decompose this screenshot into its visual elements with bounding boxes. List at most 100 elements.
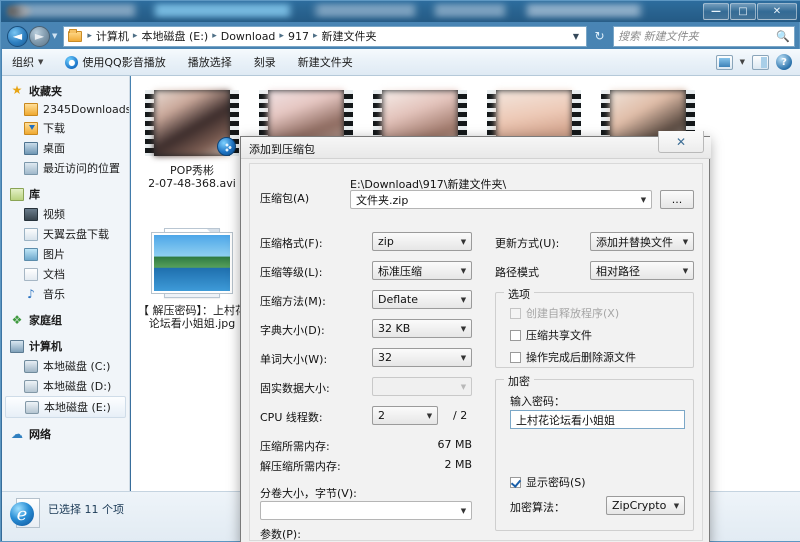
sidebar-item-network[interactable]: ☁ 网络 <box>2 424 129 444</box>
sidebar-label: 本地磁盘 (E:) <box>44 399 111 415</box>
title-bar-text-obscured <box>11 4 651 17</box>
thumbnail <box>144 86 240 160</box>
pictures-icon <box>24 248 38 261</box>
memory-extract-value: 2 MB <box>400 458 472 471</box>
star-icon: ★ <box>10 85 24 98</box>
checkbox-icon <box>510 477 521 488</box>
cpu-threads-combo[interactable]: 2 ▼ <box>372 406 438 425</box>
maximize-button[interactable]: □ <box>730 3 756 20</box>
update-mode-combo[interactable]: 添加并替换文件 ▼ <box>590 232 694 251</box>
qq-play-button[interactable]: ● 使用QQ影音播放 <box>61 52 169 72</box>
search-input[interactable]: 搜索 新建文件夹 🔍 <box>613 26 795 47</box>
drive-icon <box>25 401 39 414</box>
thumbnail <box>144 226 240 300</box>
sidebar-item-downloads[interactable]: 下载 <box>2 118 129 138</box>
sidebar-item-pictures[interactable]: 图片 <box>2 244 129 264</box>
sidebar-label: 收藏夹 <box>29 83 62 99</box>
folder-icon <box>24 103 38 116</box>
chevron-down-icon[interactable]: ▼ <box>740 58 745 66</box>
downloads-icon <box>24 122 38 135</box>
breadcrumb-separator: ▸ <box>277 31 286 41</box>
chevron-down-icon[interactable]: ▼ <box>568 32 584 41</box>
sidebar-label: 网络 <box>29 426 51 442</box>
format-combo[interactable]: zip ▼ <box>372 232 472 251</box>
new-folder-button[interactable]: 新建文件夹 <box>294 52 357 72</box>
breadcrumb-item-newfolder[interactable]: 新建文件夹 <box>319 27 378 45</box>
breadcrumb[interactable]: ▸ 计算机 ▸ 本地磁盘 (E:) ▸ Download ▸ 917 ▸ 新建文… <box>63 26 587 47</box>
archive-name-combo[interactable]: 文件夹.zip ▼ <box>350 190 652 209</box>
list-item[interactable]: POP秀彬2-07-48-368.avi <box>135 80 249 220</box>
organize-button[interactable]: 组织 ▼ <box>8 52 47 72</box>
level-value: 标准压缩 <box>378 263 422 279</box>
dictionary-combo[interactable]: 32 KB ▼ <box>372 319 472 338</box>
minimize-button[interactable]: — <box>703 3 729 20</box>
play-selection-button[interactable]: 播放选择 <box>184 52 236 72</box>
address-bar-row: ◄ ► ▼ ▸ 计算机 ▸ 本地磁盘 (E:) ▸ Download ▸ 917… <box>1 23 800 49</box>
sidebar-item-cloud-download[interactable]: 天翼云盘下载 <box>2 224 129 244</box>
sidebar-item-drive-e[interactable]: 本地磁盘 (E:) <box>5 396 126 418</box>
sidebar-label: 桌面 <box>43 140 65 156</box>
solid-size-combo: ▼ <box>372 377 472 396</box>
sidebar-item-music[interactable]: ♪ 音乐 <box>2 284 129 304</box>
dialog-close-button[interactable]: ✕ <box>658 131 704 153</box>
toolbar-right-group: ▼ ? <box>716 54 794 70</box>
desktop-icon <box>24 142 38 155</box>
sidebar-item-desktop[interactable]: 桌面 <box>2 138 129 158</box>
breadcrumb-item-drive[interactable]: 本地磁盘 (E:) <box>139 27 210 45</box>
homegroup-icon: ❖ <box>10 314 24 327</box>
back-arrow-icon[interactable]: ◄ <box>7 26 28 47</box>
sidebar-item-recent-places[interactable]: 最近访问的位置 <box>2 158 129 178</box>
browse-button[interactable]: ... <box>660 190 694 209</box>
chevron-down-icon: ▼ <box>456 238 471 246</box>
solid-size-label: 固实数据大小: <box>260 380 330 396</box>
breadcrumb-item-computer[interactable]: 计算机 <box>94 27 131 45</box>
algorithm-value: ZipCrypto <box>612 499 666 512</box>
method-combo[interactable]: Deflate ▼ <box>372 290 472 309</box>
sidebar-item-favorites[interactable]: ★ 收藏夹 <box>2 81 129 101</box>
options-group: 选项 创建自释放程序(X) 压缩共享文件 操作完成后删除源文件 <box>495 292 694 368</box>
dialog-title: 添加到压缩包 <box>249 141 315 157</box>
breadcrumb-item-917[interactable]: 917 <box>286 29 311 44</box>
close-button[interactable]: ✕ <box>757 3 797 20</box>
sidebar-item-documents[interactable]: 文档 <box>2 264 129 284</box>
view-icon[interactable] <box>716 55 733 70</box>
chevron-down-icon: ▼ <box>422 412 437 420</box>
chevron-down-icon: ▼ <box>456 354 471 362</box>
split-size-combo[interactable]: ▼ <box>260 501 472 520</box>
path-mode-combo[interactable]: 相对路径 ▼ <box>590 261 694 280</box>
chevron-down-icon[interactable]: ▼ <box>636 196 651 204</box>
compress-shared-checkbox[interactable]: 压缩共享文件 <box>510 327 592 343</box>
sidebar-item-libraries[interactable]: 库 <box>2 184 129 204</box>
memory-compress-value: 67 MB <box>400 438 472 451</box>
video-icon <box>24 208 38 221</box>
password-input[interactable]: 上村花论坛看小姐姐 <box>510 410 685 429</box>
sidebar-item-2345downloads[interactable]: 2345Downloads <box>2 101 129 118</box>
word-size-combo[interactable]: 32 ▼ <box>372 348 472 367</box>
sidebar-item-computer[interactable]: 计算机 <box>2 336 129 356</box>
level-combo[interactable]: 标准压缩 ▼ <box>372 261 472 280</box>
show-password-checkbox[interactable]: 显示密码(S) <box>510 474 586 490</box>
list-item[interactable]: 【 解压密码】：上村花论坛看小姐姐.jpg <box>135 220 249 360</box>
window-controls[interactable]: — □ ✕ <box>703 3 797 20</box>
refresh-icon[interactable]: ↻ <box>589 26 610 47</box>
sidebar-item-videos[interactable]: 视频 <box>2 204 129 224</box>
chevron-down-icon[interactable]: ▼ <box>456 507 471 515</box>
sidebar-item-drive-d[interactable]: 本地磁盘 (D:) <box>2 376 129 396</box>
navigation-buttons[interactable]: ◄ ► ▼ <box>7 26 59 47</box>
preview-pane-icon[interactable] <box>752 55 769 70</box>
memory-compress-label: 压缩所需内存: <box>260 438 330 454</box>
help-icon[interactable]: ? <box>776 54 792 70</box>
sidebar-item-homegroup[interactable]: ❖ 家庭组 <box>2 310 129 330</box>
history-caret-icon[interactable]: ▼ <box>52 32 57 40</box>
breadcrumb-item-download[interactable]: Download <box>219 29 278 44</box>
delete-source-checkbox[interactable]: 操作完成后删除源文件 <box>510 349 636 365</box>
forward-arrow-icon[interactable]: ► <box>29 26 50 47</box>
chevron-down-icon: ▼ <box>456 325 471 333</box>
burn-button[interactable]: 刻录 <box>250 52 280 72</box>
sidebar-item-drive-c[interactable]: 本地磁盘 (C:) <box>2 356 129 376</box>
algorithm-combo[interactable]: ZipCrypto ▼ <box>606 496 685 515</box>
chevron-down-icon: ▼ <box>678 267 693 275</box>
path-mode-label: 路径模式 <box>495 264 539 280</box>
navigation-pane[interactable]: ★ 收藏夹 2345Downloads 下载 桌面 最近访问的位置 <box>2 76 130 491</box>
sidebar-label: 图片 <box>43 246 65 262</box>
